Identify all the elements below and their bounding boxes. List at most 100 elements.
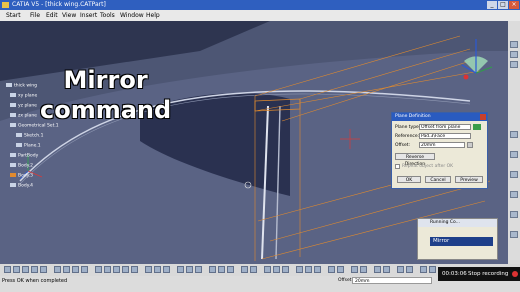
toolbar-icon[interactable]	[510, 131, 518, 138]
toolbar-icon[interactable]	[113, 266, 120, 273]
toolbar-icon[interactable]	[360, 266, 367, 273]
toolbar-icon[interactable]	[95, 266, 102, 273]
toolbar-icon[interactable]	[510, 151, 518, 158]
toolbar-icon[interactable]	[104, 266, 111, 273]
toolbar-icon[interactable]	[429, 266, 436, 273]
offset-spinner-icon[interactable]	[467, 142, 473, 148]
toolbar-icon[interactable]	[22, 266, 29, 273]
tree-item-plane1[interactable]: Plane.1	[16, 143, 41, 149]
toolbar-icon[interactable]	[72, 266, 79, 273]
toolbar-icon[interactable]	[218, 266, 225, 273]
tree-item-sketch[interactable]: Sketch.1	[16, 133, 43, 139]
toolbar-icon[interactable]	[122, 266, 129, 273]
toolbar-icon[interactable]	[337, 266, 344, 273]
toolbar-icon[interactable]	[63, 266, 70, 273]
toolbar-icon[interactable]	[397, 266, 404, 273]
toolbar-icon[interactable]	[420, 266, 427, 273]
plane-type-icon[interactable]	[473, 124, 481, 130]
cancel-button[interactable]: Cancel	[425, 176, 451, 183]
toolbar-icon[interactable]	[264, 266, 271, 273]
tree-item-body4[interactable]: Body.4	[10, 183, 33, 189]
tree-item-zx-plane[interactable]: zx plane	[10, 113, 37, 119]
toolbar-icon[interactable]	[154, 266, 161, 273]
title-bar: CATIA V5 - [thick wing.CATPart] _ □ ×	[0, 0, 520, 10]
toolbar-icon[interactable]	[81, 266, 88, 273]
toolbar-icon[interactable]	[54, 266, 61, 273]
preview-button[interactable]: Preview	[455, 176, 483, 183]
toolbar-icon[interactable]	[273, 266, 280, 273]
toolbar-icon[interactable]	[383, 266, 390, 273]
toolbar-icon[interactable]	[31, 266, 38, 273]
toolbar-icon[interactable]	[510, 231, 518, 238]
menu-window[interactable]: Window	[120, 10, 144, 21]
maximize-button[interactable]: □	[498, 1, 508, 9]
repeat-object-checkbox[interactable]	[395, 164, 400, 169]
toolbar-icon[interactable]	[374, 266, 381, 273]
toolbar-icon[interactable]	[241, 266, 248, 273]
body-icon	[10, 153, 16, 157]
video-overlay-title: Mirror command	[40, 65, 171, 125]
ok-button[interactable]: OK	[397, 176, 421, 183]
offset-field[interactable]: 20mm	[419, 142, 465, 148]
part-icon	[6, 83, 12, 87]
toolbar-icon[interactable]	[195, 266, 202, 273]
dialog-title: Plane Definition	[392, 113, 487, 121]
toolbar-icon[interactable]	[163, 266, 170, 273]
toolbar-icon[interactable]	[282, 266, 289, 273]
repeat-object-label: Repeat object after OK	[402, 164, 454, 169]
running-commands-panel: Running Co... Mirror	[417, 218, 498, 260]
toolbar-icon[interactable]	[328, 266, 335, 273]
offset-label: Offset:	[395, 143, 411, 148]
toolbar-icon[interactable]	[314, 266, 321, 273]
toolbar-icon[interactable]	[510, 61, 518, 68]
toolbar-icon[interactable]	[406, 266, 413, 273]
menu-help[interactable]: Help	[146, 10, 160, 21]
menu-tools[interactable]: Tools	[100, 10, 115, 21]
sketch-icon	[16, 133, 22, 137]
toolbar-icon[interactable]	[177, 266, 184, 273]
plane-type-select[interactable]: Offset from plane	[419, 124, 471, 130]
menu-file[interactable]: File	[30, 10, 40, 21]
tree-item-partbody[interactable]: PartBody	[10, 153, 38, 159]
toolbar-icon[interactable]	[351, 266, 358, 273]
menu-edit[interactable]: Edit	[46, 10, 58, 21]
toolbar-icon[interactable]	[209, 266, 216, 273]
toolbar-icon[interactable]	[510, 51, 518, 58]
tree-item-xy-plane[interactable]: xy plane	[10, 93, 37, 99]
close-button[interactable]: ×	[509, 1, 519, 9]
reverse-direction-button[interactable]: Reverse Direction	[395, 153, 435, 167]
toolbar-icon[interactable]	[227, 266, 234, 273]
toolbar-icon[interactable]	[510, 41, 518, 48]
toolbar-icon[interactable]	[131, 266, 138, 273]
toolbar-icon[interactable]	[13, 266, 20, 273]
toolbar-icon[interactable]	[40, 266, 47, 273]
toolbar-icon[interactable]	[250, 266, 257, 273]
status-offset-field[interactable]: 20mm	[352, 277, 432, 284]
menu-insert[interactable]: Insert	[80, 10, 97, 21]
minimize-button[interactable]: _	[487, 1, 497, 9]
overlay-line-1: Mirror	[63, 66, 148, 94]
toolbar-icon[interactable]	[510, 171, 518, 178]
toolbar-icon[interactable]	[186, 266, 193, 273]
toolbar-icon[interactable]	[296, 266, 303, 273]
toolbar-icon[interactable]	[305, 266, 312, 273]
tree-item-part[interactable]: thick wing	[6, 83, 37, 89]
toolbar-icon[interactable]	[4, 266, 11, 273]
menu-view[interactable]: View	[62, 10, 76, 21]
overlay-line-2: command	[40, 96, 172, 124]
tree-item-body2[interactable]: Body.2	[10, 163, 33, 169]
running-command-item[interactable]: Mirror	[430, 237, 493, 246]
toolbar-icon[interactable]	[510, 191, 518, 198]
menu-start[interactable]: Start	[6, 10, 21, 21]
record-dot-icon	[512, 271, 518, 277]
status-message: Press OK when completed	[2, 278, 68, 284]
catia-window: CATIA V5 - [thick wing.CATPart] _ □ × St…	[0, 0, 520, 292]
reference-field[interactable]: Pad.3\Face	[419, 133, 471, 139]
toolbar-icon[interactable]	[510, 211, 518, 218]
toolbar-icon[interactable]	[145, 266, 152, 273]
tree-item-yz-plane[interactable]: yz plane	[10, 103, 37, 109]
tree-item-body3[interactable]: Body.3	[10, 173, 33, 179]
plane-icon	[10, 103, 16, 107]
stop-recording-button[interactable]: Stop recording	[468, 267, 508, 281]
dialog-close-icon[interactable]	[480, 114, 486, 120]
